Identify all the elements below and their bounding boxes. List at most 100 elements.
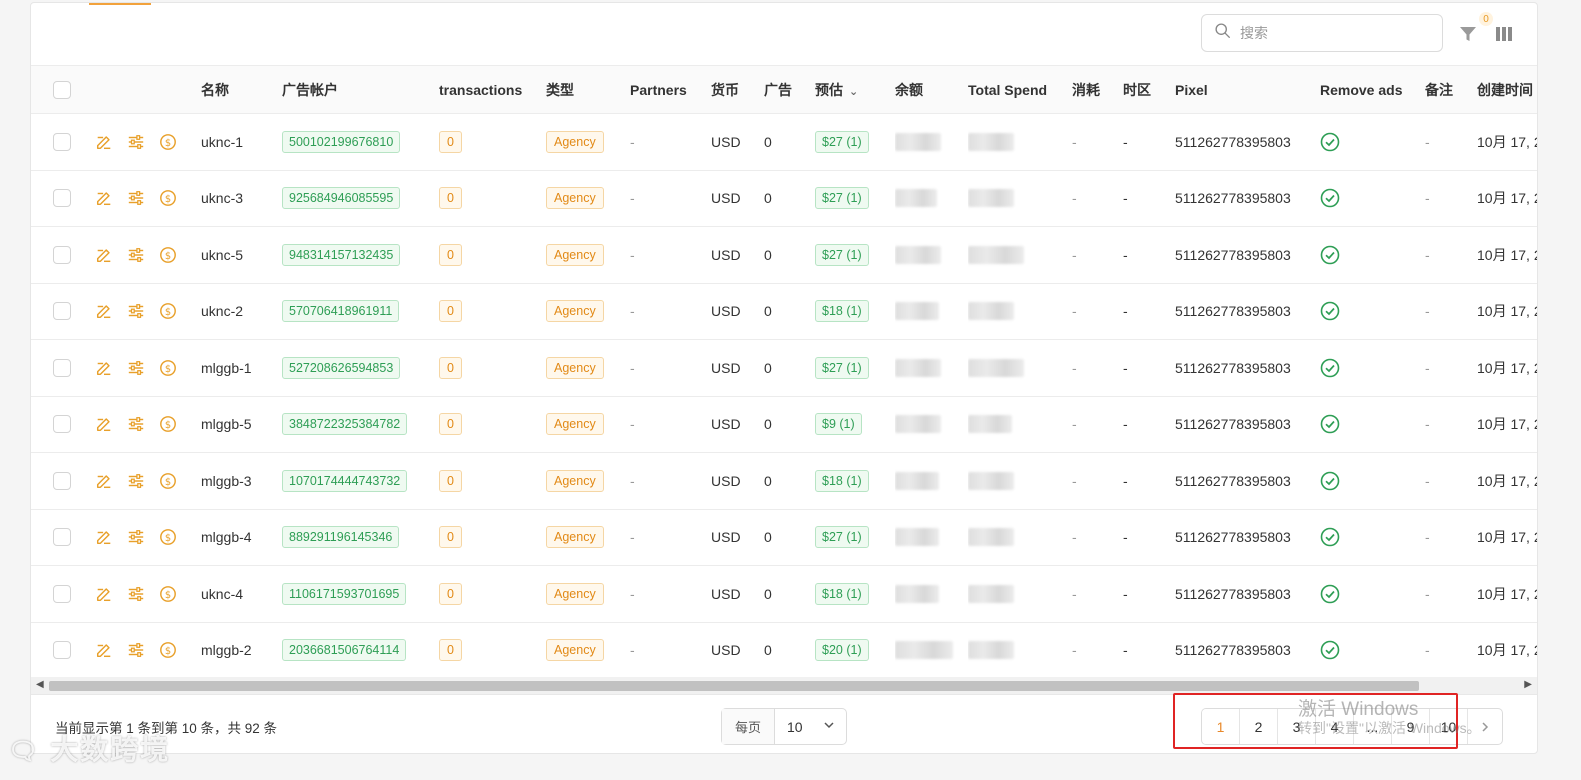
edit-icon[interactable] <box>95 472 113 490</box>
ad-account-tag[interactable]: 889291196145346 <box>282 526 400 549</box>
header-ad-account[interactable]: 广告帐户 <box>282 66 439 114</box>
dollar-icon[interactable]: $ <box>159 585 177 603</box>
ad-account-tag[interactable]: 527208626594853 <box>282 356 401 379</box>
ad-account-tag[interactable]: 1106171593701695 <box>282 582 407 605</box>
settings-sliders-icon[interactable] <box>127 528 145 546</box>
transactions-count-tag[interactable]: 0 <box>439 469 462 492</box>
table-row[interactable]: $ mlggb-1 527208626594853 0 Agency - USD 0 $27 (… <box>31 340 1537 396</box>
columns-icon[interactable] <box>1493 23 1515 45</box>
dollar-icon[interactable]: $ <box>159 528 177 546</box>
dollar-icon[interactable]: $ <box>159 302 177 320</box>
header-estimate[interactable]: 预估 ⌄ <box>815 66 895 114</box>
edit-icon[interactable] <box>95 302 113 320</box>
ad-account-tag[interactable]: 1070174444743732 <box>282 469 408 492</box>
transactions-count-tag[interactable]: 0 <box>439 300 462 323</box>
transactions-count-tag[interactable]: 0 <box>439 130 462 153</box>
edit-icon[interactable] <box>95 359 113 377</box>
dollar-icon[interactable]: $ <box>159 472 177 490</box>
header-partners[interactable]: Partners <box>630 66 711 114</box>
select-all-checkbox[interactable] <box>53 80 71 99</box>
transactions-count-tag[interactable]: 0 <box>439 413 462 436</box>
row-checkbox[interactable] <box>53 415 71 434</box>
search-input[interactable] <box>1240 25 1430 41</box>
settings-sliders-icon[interactable] <box>127 585 145 603</box>
accounts-table-container[interactable]: 名称 广告帐户 transactions 类型 Partners 货币 广告 预… <box>31 65 1537 677</box>
ad-account-tag[interactable]: 3848722325384782 <box>282 413 408 436</box>
settings-sliders-icon[interactable] <box>127 302 145 320</box>
transactions-count-tag[interactable]: 0 <box>439 187 462 210</box>
table-row[interactable]: $ mlggb-5 3848722325384782 0 Agency - USD 0 $9 (… <box>31 396 1537 453</box>
settings-sliders-icon[interactable] <box>127 472 145 490</box>
row-checkbox[interactable] <box>53 132 71 151</box>
settings-sliders-icon[interactable] <box>127 246 145 264</box>
header-total-spend[interactable]: Total Spend <box>968 66 1072 114</box>
row-checkbox[interactable] <box>53 528 71 547</box>
search-box[interactable] <box>1201 14 1443 52</box>
header-consumption[interactable]: 消耗 <box>1072 66 1123 114</box>
ad-account-tag[interactable]: 570706418961911 <box>282 300 400 323</box>
row-checkbox[interactable] <box>53 584 71 603</box>
header-pixel[interactable]: Pixel <box>1175 66 1320 114</box>
header-currency[interactable]: 货币 <box>711 66 764 114</box>
header-name[interactable]: 名称 <box>201 66 282 114</box>
table-row[interactable]: $ mlggb-3 1070174444743732 0 Agency - USD 0 $18 … <box>31 453 1537 509</box>
header-note[interactable]: 备注 <box>1425 66 1477 114</box>
table-row[interactable]: $ uknc-4 1106171593701695 0 Agency - USD 0 $18 (… <box>31 566 1537 622</box>
header-type[interactable]: 类型 <box>546 66 630 114</box>
edit-icon[interactable] <box>95 133 113 151</box>
dollar-icon[interactable]: $ <box>159 415 177 433</box>
row-checkbox[interactable] <box>53 302 71 321</box>
table-row[interactable]: $ mlggb-4 889291196145346 0 Agency - USD 0 $27 (… <box>31 509 1537 566</box>
ad-account-tag[interactable]: 925684946085595 <box>282 187 401 210</box>
settings-sliders-icon[interactable] <box>127 133 145 151</box>
dollar-icon[interactable]: $ <box>159 246 177 264</box>
settings-sliders-icon[interactable] <box>127 359 145 377</box>
table-row[interactable]: $ uknc-2 570706418961911 0 Agency - USD 0 $18 (1… <box>31 283 1537 340</box>
page-button[interactable]: 2 <box>1240 709 1278 744</box>
table-row[interactable]: $ mlggb-2 2036681506764114 0 Agency - USD 0 $20 … <box>31 622 1537 677</box>
dollar-icon[interactable]: $ <box>159 641 177 659</box>
dollar-icon[interactable]: $ <box>159 359 177 377</box>
table-row[interactable]: $ uknc-3 925684946085595 0 Agency - USD 0 $27 (1… <box>31 170 1537 227</box>
edit-icon[interactable] <box>95 641 113 659</box>
dollar-icon[interactable]: $ <box>159 133 177 151</box>
row-checkbox[interactable] <box>53 245 71 264</box>
scroll-right-arrow-icon[interactable]: ▶ <box>1524 679 1532 690</box>
transactions-count-tag[interactable]: 0 <box>439 582 462 605</box>
dollar-icon[interactable]: $ <box>159 189 177 207</box>
transactions-count-tag[interactable]: 0 <box>439 243 462 266</box>
header-timezone[interactable]: 时区 <box>1123 66 1175 114</box>
header-created[interactable]: 创建时间 <box>1477 66 1537 114</box>
header-transactions[interactable]: transactions <box>439 66 546 114</box>
filter-icon[interactable] <box>1457 23 1479 45</box>
header-remove-ads[interactable]: Remove ads <box>1320 66 1425 114</box>
row-checkbox[interactable] <box>53 471 71 490</box>
ad-account-tag[interactable]: 2036681506764114 <box>282 639 407 662</box>
page-size-select[interactable]: 每页 10 <box>721 708 847 745</box>
transactions-count-tag[interactable]: 0 <box>439 526 462 549</box>
settings-sliders-icon[interactable] <box>127 641 145 659</box>
edit-icon[interactable] <box>95 415 113 433</box>
ad-account-tag[interactable]: 500102199676810 <box>282 130 401 153</box>
settings-sliders-icon[interactable] <box>127 189 145 207</box>
edit-icon[interactable] <box>95 528 113 546</box>
table-row[interactable]: $ uknc-1 500102199676810 0 Agency - USD 0 $27 (1… <box>31 114 1537 170</box>
row-checkbox[interactable] <box>53 641 71 660</box>
table-row[interactable]: $ uknc-5 948314157132435 0 Agency - USD 0 $27 (1… <box>31 227 1537 283</box>
settings-sliders-icon[interactable] <box>127 415 145 433</box>
row-checkbox[interactable] <box>53 358 71 377</box>
header-balance[interactable]: 余额 <box>895 66 968 114</box>
sort-chevron-down-icon[interactable]: ⌄ <box>849 86 858 98</box>
scroll-left-arrow-icon[interactable]: ◀ <box>36 679 44 690</box>
horizontal-scrollbar[interactable]: ◀ ▶ <box>31 677 1537 695</box>
row-checkbox[interactable] <box>53 189 71 208</box>
ad-account-tag[interactable]: 948314157132435 <box>282 243 401 266</box>
page-button[interactable]: 1 <box>1202 709 1240 744</box>
edit-icon[interactable] <box>95 585 113 603</box>
transactions-count-tag[interactable]: 0 <box>439 639 462 662</box>
scrollbar-thumb[interactable] <box>49 681 1419 691</box>
edit-icon[interactable] <box>95 189 113 207</box>
edit-icon[interactable] <box>95 246 113 264</box>
transactions-count-tag[interactable]: 0 <box>439 356 462 379</box>
header-ads[interactable]: 广告 <box>764 66 815 114</box>
